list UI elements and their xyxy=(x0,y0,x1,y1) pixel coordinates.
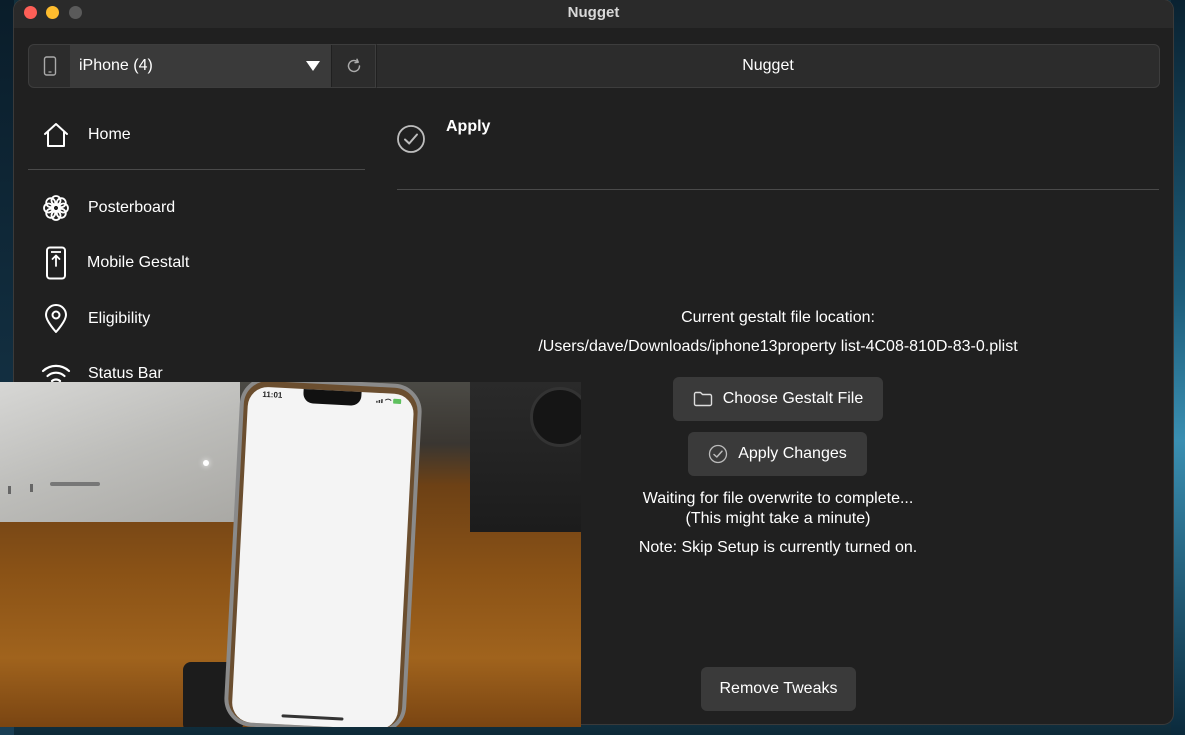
app-title-bar: Nugget xyxy=(376,44,1160,88)
video-iphone-notch xyxy=(302,388,362,407)
sidebar-item-label: Home xyxy=(88,126,131,143)
sidebar-item-eligibility[interactable]: Eligibility xyxy=(28,297,366,341)
gestalt-file-path: /Users/dave/Downloads/iphone13property l… xyxy=(538,338,1018,355)
video-mac-port xyxy=(8,486,11,494)
sidebar-item-posterboard[interactable]: Posterboard xyxy=(28,186,366,230)
device-select-value: iPhone (4) xyxy=(79,57,153,74)
location-pin-icon xyxy=(40,303,72,335)
sidebar-item-label: Mobile Gestalt xyxy=(87,254,190,271)
app-title: Nugget xyxy=(742,57,794,74)
sidebar-item-label: Posterboard xyxy=(88,199,176,216)
desktop-background-right xyxy=(1171,0,1185,735)
chevron-down-icon xyxy=(306,61,320,71)
flower-icon xyxy=(40,192,72,224)
video-mac-slot xyxy=(50,482,100,486)
device-select-dropdown[interactable]: iPhone (4) xyxy=(70,45,331,87)
remove-tweaks-label: Remove Tweaks xyxy=(719,680,838,697)
video-speaker-cone xyxy=(530,387,581,447)
video-iphone-home-indicator xyxy=(281,714,344,721)
toolbar: iPhone (4) Nugget xyxy=(28,44,1160,88)
title-bar: Nugget xyxy=(14,0,1173,28)
sidebar-divider xyxy=(28,169,365,170)
video-speaker xyxy=(470,382,581,532)
apply-title: Apply xyxy=(446,118,491,135)
remove-tweaks-button[interactable]: Remove Tweaks xyxy=(701,667,856,711)
device-picker: iPhone (4) xyxy=(28,44,376,88)
apply-changes-label: Apply Changes xyxy=(738,445,847,462)
device-phone-icon xyxy=(29,45,70,87)
apply-changes-button[interactable]: Apply Changes xyxy=(688,432,867,476)
checkmark-circle-icon xyxy=(708,444,728,464)
sidebar-item-label: Status Bar xyxy=(88,365,163,382)
choose-gestalt-file-label: Choose Gestalt File xyxy=(722,390,864,407)
gestalt-location-label: Current gestalt file location: xyxy=(681,309,875,326)
sidebar-item-home[interactable]: Home xyxy=(28,113,366,157)
video-power-led xyxy=(203,460,209,466)
window-title: Nugget xyxy=(567,4,620,21)
video-iphone-status-icons xyxy=(376,398,402,405)
refresh-devices-button[interactable] xyxy=(331,45,376,87)
camera-video-overlay: 11:01 xyxy=(0,382,581,727)
sidebar-item-label: Eligibility xyxy=(88,310,151,327)
video-iphone-screen: 11:01 xyxy=(231,386,415,727)
sidebar-item-mobile-gestalt[interactable]: Mobile Gestalt xyxy=(28,241,366,285)
house-icon xyxy=(40,119,72,151)
checkmark-circle-icon xyxy=(397,125,425,153)
video-iphone-time: 11:01 xyxy=(262,389,283,400)
folder-icon xyxy=(693,391,713,407)
video-mac-port xyxy=(30,484,33,492)
choose-gestalt-file-button[interactable]: Choose Gestalt File xyxy=(673,377,883,421)
content-divider xyxy=(397,189,1159,190)
refresh-icon xyxy=(347,58,361,73)
phone-upload-icon xyxy=(40,246,72,280)
video-mac-studio xyxy=(0,382,240,522)
video-iphone: 11:01 xyxy=(213,382,433,727)
